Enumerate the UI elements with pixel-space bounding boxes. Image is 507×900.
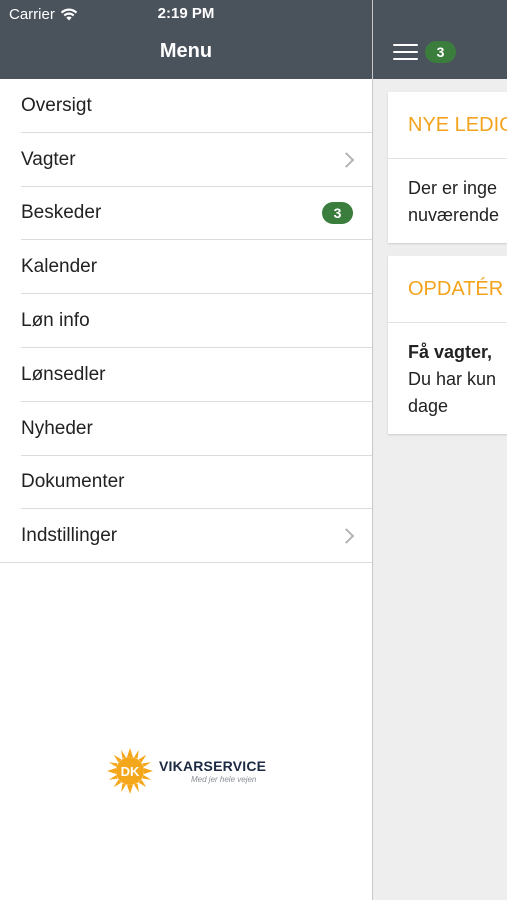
unread-count-badge: 3	[322, 202, 353, 225]
svg-text:DK: DK	[121, 764, 140, 779]
menu-list: Oversigt Vagter Beskeder 3 Kalender Løn …	[0, 79, 372, 563]
chevron-right-icon	[338, 528, 355, 545]
main-content: 3 NYE LEDIG Der er inge nuværende OPDATÉ…	[372, 0, 507, 900]
menu-item-label: Indstillinger	[21, 525, 118, 547]
menu-item-label: Kalender	[21, 256, 98, 278]
menu-item-label: Dokumenter	[21, 471, 125, 493]
menu-item-indstillinger[interactable]: Indstillinger	[0, 509, 372, 563]
logo-name: VIKARSERVICE	[159, 758, 267, 774]
menu-item-vagter[interactable]: Vagter	[0, 133, 372, 187]
vacancies-card[interactable]: NYE LEDIG Der er inge nuværende	[388, 92, 507, 243]
nav-unread-badge: 3	[425, 41, 456, 63]
menu-item-label: Nyheder	[21, 417, 93, 439]
card-body: Der er inge nuværende	[388, 159, 507, 243]
menu-item-kalender[interactable]: Kalender	[0, 240, 372, 294]
update-card[interactable]: OPDATÉR Få vagter, Du har kun dage	[388, 256, 507, 434]
logo-wordmark: VIKARSERVICE Med jer hele vejen	[159, 758, 266, 784]
menu-item-dokumenter[interactable]: Dokumenter	[0, 456, 372, 510]
menu-title: Menu	[159, 40, 213, 62]
card-body: Få vagter, Du har kun dage	[388, 323, 507, 434]
menu-item-beskeder[interactable]: Beskeder 3	[0, 187, 372, 241]
menu-item-nyheder[interactable]: Nyheder	[0, 402, 372, 456]
card-bold-text: Få vagter,	[408, 342, 493, 362]
card-text-line: Der er inge	[408, 178, 498, 198]
content-navbar	[373, 0, 507, 79]
hamburger-menu-icon[interactable]	[393, 44, 418, 65]
card-text-line: dage	[408, 396, 449, 416]
menu-item-lonsedler[interactable]: Lønsedler	[0, 348, 372, 402]
menu-item-label: Beskeder	[21, 202, 102, 224]
sun-logo-icon: DK	[107, 748, 153, 794]
chevron-right-icon	[338, 151, 355, 168]
menu-item-label: Oversigt	[21, 94, 92, 116]
card-text-line: nuværende	[408, 205, 500, 225]
card-text-line: Du har kun	[408, 369, 497, 389]
logo-slogan: Med jer hele vejen	[191, 775, 257, 784]
menu-item-lon-info[interactable]: Løn info	[0, 294, 372, 348]
menu-item-label: Vagter	[21, 148, 76, 170]
card-title: NYE LEDIG	[388, 92, 507, 159]
menu-item-label: Lønsedler	[21, 363, 106, 385]
clock: 2:19 PM	[157, 5, 215, 22]
menu-item-label: Løn info	[21, 310, 90, 332]
company-logo: DK VIKARSERVICE Med jer hele vejen	[107, 748, 266, 794]
menu-item-oversigt[interactable]: Oversigt	[0, 79, 372, 133]
card-title: OPDATÉR	[388, 256, 507, 323]
